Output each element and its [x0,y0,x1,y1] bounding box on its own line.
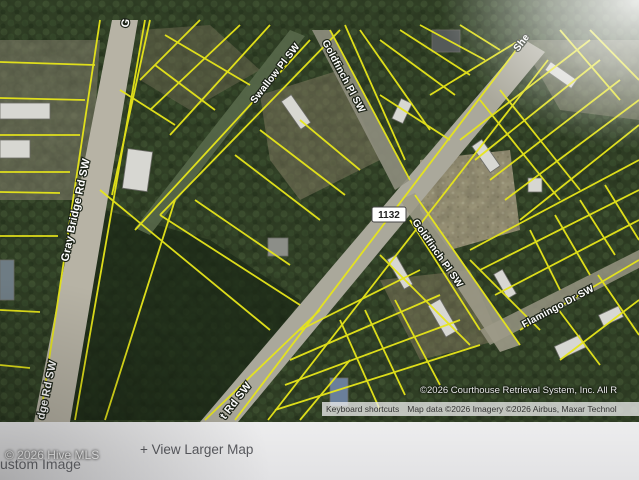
map-attribution-bar: Keyboard shortcuts Map data ©2026 Imager… [322,402,639,416]
view-larger-map-link[interactable]: + View Larger Map [140,442,253,457]
mls-watermark: © 2026 Hive MLS [5,448,100,462]
map-data-attribution: Map data ©2026 Imagery ©2026 Airbus, Max… [407,404,617,414]
map-screenshot: 1132 Gray Bridge Rd SW dge Rd SW G Swall… [0,0,639,480]
satellite-map[interactable]: 1132 Gray Bridge Rd SW dge Rd SW G Swall… [0,0,639,422]
copyright-attribution: ©2026 Courthouse Retrieval System, Inc. … [420,385,618,396]
route-shield: 1132 [371,206,407,223]
svg-text:1132: 1132 [378,210,400,221]
keyboard-shortcuts-link[interactable]: Keyboard shortcuts [322,404,403,414]
